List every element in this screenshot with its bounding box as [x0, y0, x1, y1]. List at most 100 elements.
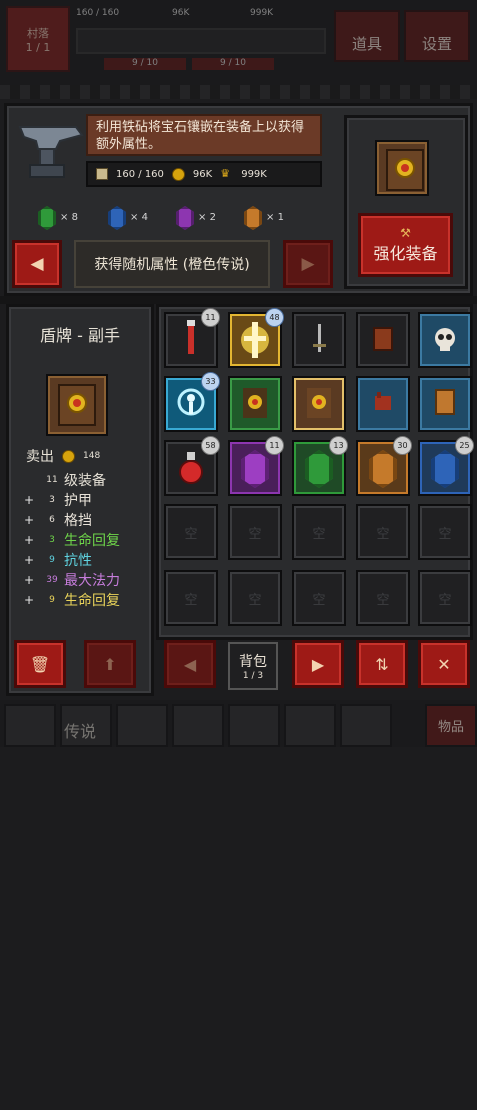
- inventory-slot[interactable]: [356, 312, 410, 368]
- inventory-slot[interactable]: 13: [292, 436, 348, 496]
- header-divider-strip: [0, 85, 477, 99]
- inventory-slot[interactable]: [418, 312, 472, 368]
- hammer-icon: ⚒: [400, 226, 411, 240]
- top-resource-stones: 160 / 160: [76, 8, 120, 18]
- stat-row-resist: + 9 抗性: [18, 550, 148, 570]
- orange-gem-count: × 1: [266, 212, 284, 223]
- bag-page: 1 / 3: [242, 671, 264, 681]
- sell-label: 卖出: [26, 449, 54, 465]
- village-button[interactable]: 村落 1 / 1: [6, 6, 70, 72]
- empty-slot[interactable]: 空: [228, 504, 282, 560]
- gauntlet-icon: [375, 392, 391, 410]
- crown-icon: ♛: [220, 167, 231, 180]
- empty-slot[interactable]: 空: [292, 570, 346, 626]
- shield-icon: [386, 149, 424, 191]
- item-preview-slot: [46, 374, 108, 436]
- inventory-slot[interactable]: [356, 376, 410, 432]
- empty-slot[interactable]: 空: [356, 570, 410, 626]
- close-button[interactable]: ✕: [418, 640, 470, 688]
- purple-gem-count: × 2: [198, 212, 216, 223]
- enhance-target-slot[interactable]: [375, 140, 429, 196]
- empty-slot[interactable]: 空: [356, 504, 410, 560]
- shield-icon: [307, 388, 331, 418]
- attribute-label: 获得随机属性 (橙色传说): [94, 257, 250, 273]
- bag-label: 背包: [239, 654, 267, 670]
- shield-icon: [243, 388, 267, 418]
- orange-gem-icon: [369, 450, 397, 488]
- inventory-slot[interactable]: 58: [164, 436, 220, 496]
- hero-slot[interactable]: [60, 704, 112, 747]
- scroll-icon: [373, 327, 393, 351]
- stat-label: 最大法力: [64, 573, 120, 589]
- skill-slot[interactable]: [340, 704, 392, 747]
- inventory-slot[interactable]: 11: [164, 308, 220, 368]
- equip-button[interactable]: ⬆: [84, 640, 136, 688]
- stat-label: 生命回复: [64, 533, 120, 549]
- bag-page-indicator[interactable]: 背包 1 / 3: [228, 642, 278, 690]
- tools-label: 道具: [351, 35, 382, 53]
- inventory-slot[interactable]: 11: [228, 436, 284, 496]
- stone-icon: [96, 168, 108, 180]
- green-gem-icon: [305, 450, 333, 488]
- inventory-slot[interactable]: [418, 376, 472, 432]
- attribute-selector[interactable]: 获得随机属性 (橙色传说): [74, 240, 270, 288]
- next-page-button[interactable]: ▶: [292, 640, 344, 688]
- inventory-slot[interactable]: [228, 376, 282, 432]
- stat-label: 抗性: [64, 553, 92, 569]
- skull-icon: [435, 328, 455, 351]
- sort-icon: ⇅: [375, 654, 389, 674]
- stat-row-regen-2: + 9 生命回复: [18, 590, 148, 610]
- hero-slot[interactable]: [4, 704, 56, 747]
- prev-page-button[interactable]: ◀: [164, 640, 216, 688]
- top-sub-a: 9 / 10: [132, 58, 158, 68]
- blue-gem-icon: [108, 206, 126, 230]
- gold-coin-icon: [62, 449, 75, 463]
- top-sub-b: 9 / 10: [220, 58, 246, 68]
- stat-row-block: + 6 格挡: [18, 510, 148, 530]
- village-level: 1 / 1: [25, 40, 51, 54]
- inventory-slot[interactable]: [292, 312, 346, 368]
- skill-slot[interactable]: [228, 704, 280, 747]
- stat-label: 生命回复: [64, 593, 120, 609]
- inventory-slot[interactable]: 25: [418, 436, 474, 496]
- stat-row-regen: + 3 生命回复: [18, 530, 148, 550]
- anvil-icon: [16, 115, 84, 185]
- level-badge: 30: [393, 436, 412, 455]
- level-badge: 11: [265, 436, 284, 455]
- item-stats: 11 级装备 + 3 护甲 + 6 格挡 + 3 生命回复 + 9 抗性 + 3…: [18, 470, 148, 610]
- tools-button[interactable]: 道具: [334, 10, 400, 62]
- stat-row-armor: + 3 护甲: [18, 490, 148, 510]
- bottom-bar: 物品: [0, 700, 477, 747]
- trash-icon: 🗑: [29, 654, 51, 674]
- skill-slot[interactable]: [172, 704, 224, 747]
- top-resource-crowns: 999K: [250, 8, 274, 18]
- empty-slot[interactable]: 空: [418, 504, 472, 560]
- empty-slot[interactable]: 空: [418, 570, 472, 626]
- chevron-right-icon: ▶: [311, 654, 325, 674]
- arrow-up-icon: ⬆: [103, 654, 117, 674]
- inventory-slot-selected[interactable]: [292, 376, 346, 432]
- close-icon: ✕: [437, 654, 451, 674]
- trash-button[interactable]: 🗑: [14, 640, 66, 688]
- inventory-slot[interactable]: 30: [356, 436, 412, 496]
- next-attribute-button[interactable]: ▶: [283, 240, 333, 288]
- settings-button[interactable]: 设置: [404, 10, 470, 62]
- empty-slot[interactable]: 空: [164, 504, 218, 560]
- empty-slot[interactable]: 空: [292, 504, 346, 560]
- sort-button[interactable]: ⇅: [356, 640, 408, 688]
- sell-price: 148: [83, 451, 101, 461]
- inventory-slot[interactable]: 48: [228, 308, 284, 368]
- top-resource-gold: 96K: [172, 8, 190, 18]
- empty-slot[interactable]: 空: [164, 570, 218, 626]
- empty-slot[interactable]: 空: [228, 570, 282, 626]
- inventory-slot[interactable]: 33: [164, 372, 220, 432]
- forge-resources: 160 / 160 96K ♛ 999K: [86, 161, 322, 187]
- sell-row: 卖出 148: [26, 446, 100, 466]
- items-button[interactable]: 物品: [425, 704, 477, 747]
- enhance-button[interactable]: ⚒ 强化装备: [358, 213, 453, 277]
- shield-icon: [58, 384, 96, 426]
- prev-attribute-button[interactable]: ◀: [12, 240, 62, 288]
- purple-gem-icon: [176, 206, 194, 230]
- hero-slot[interactable]: [116, 704, 168, 747]
- skill-slot[interactable]: [284, 704, 336, 747]
